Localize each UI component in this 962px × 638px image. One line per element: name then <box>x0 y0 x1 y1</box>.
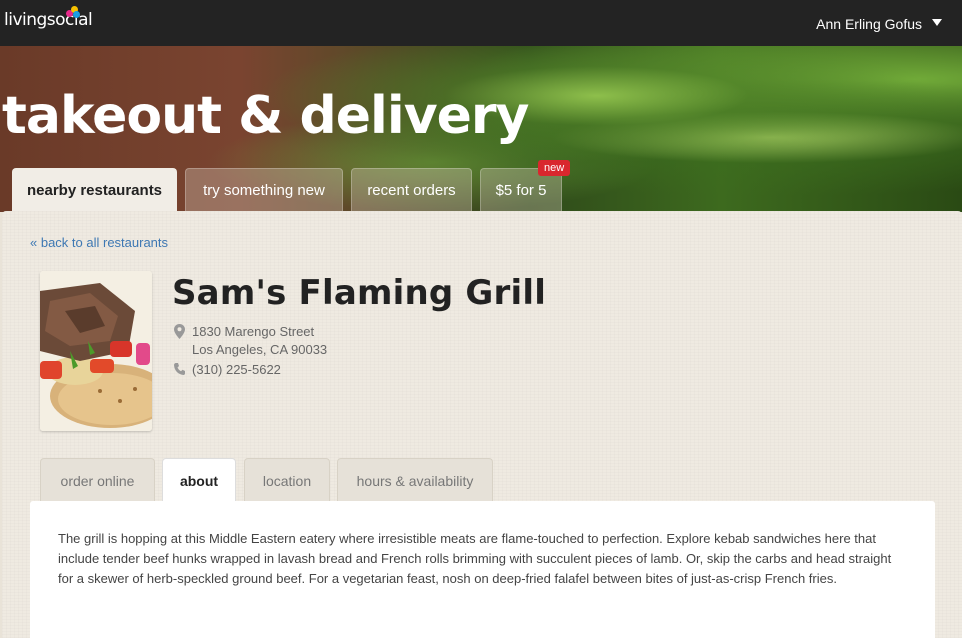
caret-down-icon[interactable] <box>932 19 942 26</box>
address-line-1: 1830 Marengo Street <box>192 324 315 339</box>
restaurant-panel: « back to all restaurants Sam's Flaming … <box>2 211 962 638</box>
tab-nearby-restaurants[interactable]: nearby restaurants <box>12 168 177 212</box>
new-badge: new <box>538 160 571 176</box>
phone-number[interactable]: (310) 225-5622 <box>192 362 281 377</box>
tab-location[interactable]: location <box>244 458 330 502</box>
address-line-2: Los Angeles, CA 90033 <box>192 342 328 357</box>
top-bar: livingsocial Ann Erling Gofus <box>0 0 962 46</box>
user-name[interactable]: Ann Erling Gofus <box>816 16 922 32</box>
about-section: The grill is hopping at this Middle East… <box>30 501 935 638</box>
about-description: The grill is hopping at this Middle East… <box>58 531 892 586</box>
restaurant-name: Sam's Flaming Grill <box>172 273 547 313</box>
tab-recent-orders[interactable]: recent orders <box>351 168 472 212</box>
map-pin-icon <box>174 324 185 339</box>
phone-icon <box>174 363 185 375</box>
tab-about[interactable]: about <box>162 458 236 502</box>
tab-order-online[interactable]: order online <box>40 458 155 502</box>
page-title: takeout & delivery <box>2 86 529 146</box>
tab-hours-availability[interactable]: hours & availability <box>337 458 493 502</box>
back-to-restaurants-link[interactable]: « back to all restaurants <box>30 235 168 250</box>
tab-try-something-new[interactable]: try something new <box>185 168 343 212</box>
restaurant-photo <box>40 271 152 431</box>
logo-dots-icon <box>66 6 80 18</box>
